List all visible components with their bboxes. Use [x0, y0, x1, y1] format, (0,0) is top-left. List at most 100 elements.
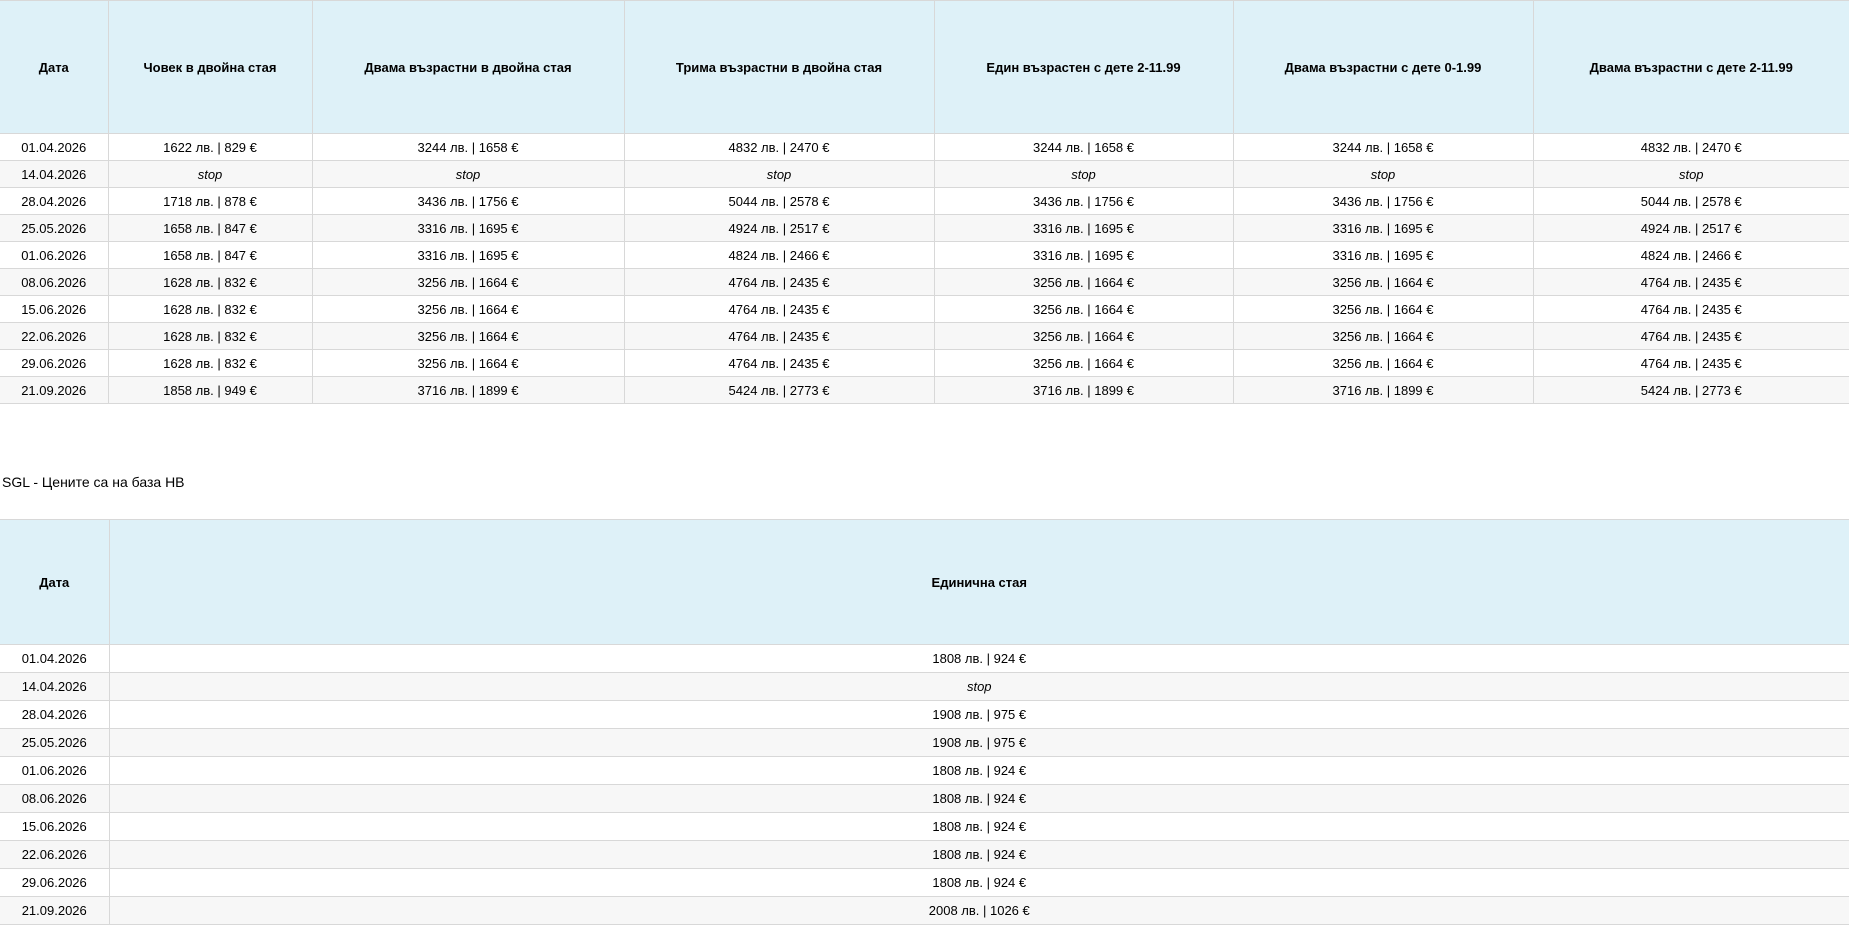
price-cell: stop: [1233, 161, 1533, 188]
single-room-prices-table: Дата Единична стая 01.04.20261808 лв. | …: [0, 519, 1849, 925]
table-row: 25.05.20261908 лв. | 975 €: [0, 729, 1849, 757]
price-cell: 3316 лв. | 1695 €: [312, 242, 624, 269]
price-cell: 1628 лв. | 832 €: [108, 323, 312, 350]
price-cell: 3436 лв. | 1756 €: [934, 188, 1233, 215]
date-cell: 28.04.2026: [0, 188, 108, 215]
price-cell: stop: [934, 161, 1233, 188]
sgl-note: SGL - Цените са на база НВ: [2, 474, 1849, 491]
table-row: 15.06.20261808 лв. | 924 €: [0, 813, 1849, 841]
table-row: 08.06.20261628 лв. | 832 €3256 лв. | 166…: [0, 269, 1849, 296]
price-cell: 3256 лв. | 1664 €: [934, 350, 1233, 377]
price-cell: 4924 лв. | 2517 €: [624, 215, 934, 242]
date-cell: 15.06.2026: [0, 813, 109, 841]
double-room-prices-table: Дата Човек в двойна стая Двама възрастни…: [0, 0, 1849, 404]
price-cell: 3716 лв. | 1899 €: [1233, 377, 1533, 404]
price-cell: 1658 лв. | 847 €: [108, 215, 312, 242]
price-cell: 1808 лв. | 924 €: [109, 785, 1849, 813]
price-cell: stop: [624, 161, 934, 188]
price-cell: 3256 лв. | 1664 €: [312, 269, 624, 296]
table-row: 01.06.20261808 лв. | 924 €: [0, 757, 1849, 785]
price-cell: 3244 лв. | 1658 €: [934, 134, 1233, 161]
column-header-person-in-double: Човек в двойна стая: [108, 1, 312, 134]
double-room-table-body: 01.04.20261622 лв. | 829 €3244 лв. | 165…: [0, 134, 1849, 404]
price-cell: 4832 лв. | 2470 €: [1533, 134, 1849, 161]
date-cell: 14.04.2026: [0, 673, 109, 701]
price-cell: 3256 лв. | 1664 €: [312, 323, 624, 350]
date-cell: 08.06.2026: [0, 785, 109, 813]
price-cell: 3316 лв. | 1695 €: [1233, 242, 1533, 269]
price-cell: 1908 лв. | 975 €: [109, 701, 1849, 729]
price-cell: 1658 лв. | 847 €: [108, 242, 312, 269]
column-header-two-adults-child: Двама възрастни с дете 2-11.99: [1533, 1, 1849, 134]
table-row: 29.06.20261808 лв. | 924 €: [0, 869, 1849, 897]
price-cell: 1808 лв. | 924 €: [109, 645, 1849, 673]
date-cell: 21.09.2026: [0, 897, 109, 925]
date-cell: 25.05.2026: [0, 215, 108, 242]
price-cell: stop: [1533, 161, 1849, 188]
price-cell: 4764 лв. | 2435 €: [624, 323, 934, 350]
column-header-single-room: Единична стая: [109, 520, 1849, 645]
date-cell: 01.04.2026: [0, 645, 109, 673]
price-cell: 5044 лв. | 2578 €: [1533, 188, 1849, 215]
price-cell: stop: [108, 161, 312, 188]
price-cell: 3316 лв. | 1695 €: [934, 215, 1233, 242]
header-row: Дата Единична стая: [0, 520, 1849, 645]
price-cell: 1718 лв. | 878 €: [108, 188, 312, 215]
price-cell: 4764 лв. | 2435 €: [624, 269, 934, 296]
price-cell: 4824 лв. | 2466 €: [624, 242, 934, 269]
price-cell: 5044 лв. | 2578 €: [624, 188, 934, 215]
price-cell: 1808 лв. | 924 €: [109, 813, 1849, 841]
price-cell: 1808 лв. | 924 €: [109, 869, 1849, 897]
price-cell: 1628 лв. | 832 €: [108, 350, 312, 377]
table-row: 14.04.2026stopstopstopstopstopstop: [0, 161, 1849, 188]
price-cell: 3716 лв. | 1899 €: [312, 377, 624, 404]
date-cell: 25.05.2026: [0, 729, 109, 757]
column-header-two-adults-infant: Двама възрастни с дете 0-1.99: [1233, 1, 1533, 134]
date-cell: 29.06.2026: [0, 869, 109, 897]
price-cell: 2008 лв. | 1026 €: [109, 897, 1849, 925]
table-row: 22.06.20261808 лв. | 924 €: [0, 841, 1849, 869]
price-cell: 3256 лв. | 1664 €: [312, 350, 624, 377]
table-row: 28.04.20261718 лв. | 878 € 3436 лв. | 175…: [0, 188, 1849, 215]
table-row: 01.06.20261658 лв. | 847 €3316 лв. | 169…: [0, 242, 1849, 269]
price-cell: 4764 лв. | 2435 €: [624, 350, 934, 377]
single-room-table-header: Дата Единична стая: [0, 520, 1849, 645]
column-header-two-adults-double: Двама възрастни в двойна стая: [312, 1, 624, 134]
price-cell: 3316 лв. | 1695 €: [934, 242, 1233, 269]
date-cell: 01.06.2026: [0, 242, 108, 269]
double-room-table-header: Дата Човек в двойна стая Двама възрастни…: [0, 1, 1849, 134]
price-cell: 4764 лв. | 2435 €: [1533, 296, 1849, 323]
price-cell: 3316 лв. | 1695 €: [1233, 215, 1533, 242]
table-row: 28.04.20261908 лв. | 975 €: [0, 701, 1849, 729]
single-room-table-body: 01.04.20261808 лв. | 924 €14.04.2026stop…: [0, 645, 1849, 925]
price-cell: 5424 лв. | 2773 €: [1533, 377, 1849, 404]
price-cell: 3256 лв. | 1664 €: [934, 269, 1233, 296]
price-cell: 3436 лв. | 1756 €: [1233, 188, 1533, 215]
price-cell: 3256 лв. | 1664 €: [1233, 296, 1533, 323]
price-cell: stop: [109, 673, 1849, 701]
price-cell: stop: [312, 161, 624, 188]
price-cell: 3256 лв. | 1664 €: [934, 323, 1233, 350]
price-cell: 3716 лв. | 1899 €: [934, 377, 1233, 404]
price-cell: 1908 лв. | 975 €: [109, 729, 1849, 757]
price-cell: 3256 лв. | 1664 €: [312, 296, 624, 323]
price-cell: 3244 лв. | 1658 €: [312, 134, 624, 161]
price-cell: 1858 лв. | 949 €: [108, 377, 312, 404]
table-row: 22.06.20261628 лв. | 832 €3256 лв. | 166…: [0, 323, 1849, 350]
price-cell: 1628 лв. | 832 €: [108, 269, 312, 296]
price-cell: 1628 лв. | 832 €: [108, 296, 312, 323]
price-cell: 3256 лв. | 1664 €: [1233, 269, 1533, 296]
price-cell: 1622 лв. | 829 €: [108, 134, 312, 161]
table-row: 14.04.2026stop: [0, 673, 1849, 701]
column-header-three-adults-double: Трима възрастни в двойна стая: [624, 1, 934, 134]
price-cell: 4764 лв. | 2435 €: [1533, 350, 1849, 377]
table-row: 01.04.20261808 лв. | 924 €: [0, 645, 1849, 673]
date-cell: 29.06.2026: [0, 350, 108, 377]
price-cell: 5424 лв. | 2773 €: [624, 377, 934, 404]
table-row: 21.09.20261858 лв. | 949 €3716 лв. | 189…: [0, 377, 1849, 404]
date-cell: 01.06.2026: [0, 757, 109, 785]
price-cell: 4764 лв. | 2435 €: [624, 296, 934, 323]
date-cell: 15.06.2026: [0, 296, 108, 323]
date-cell: 28.04.2026: [0, 701, 109, 729]
price-cell: 4764 лв. | 2435 €: [1533, 269, 1849, 296]
